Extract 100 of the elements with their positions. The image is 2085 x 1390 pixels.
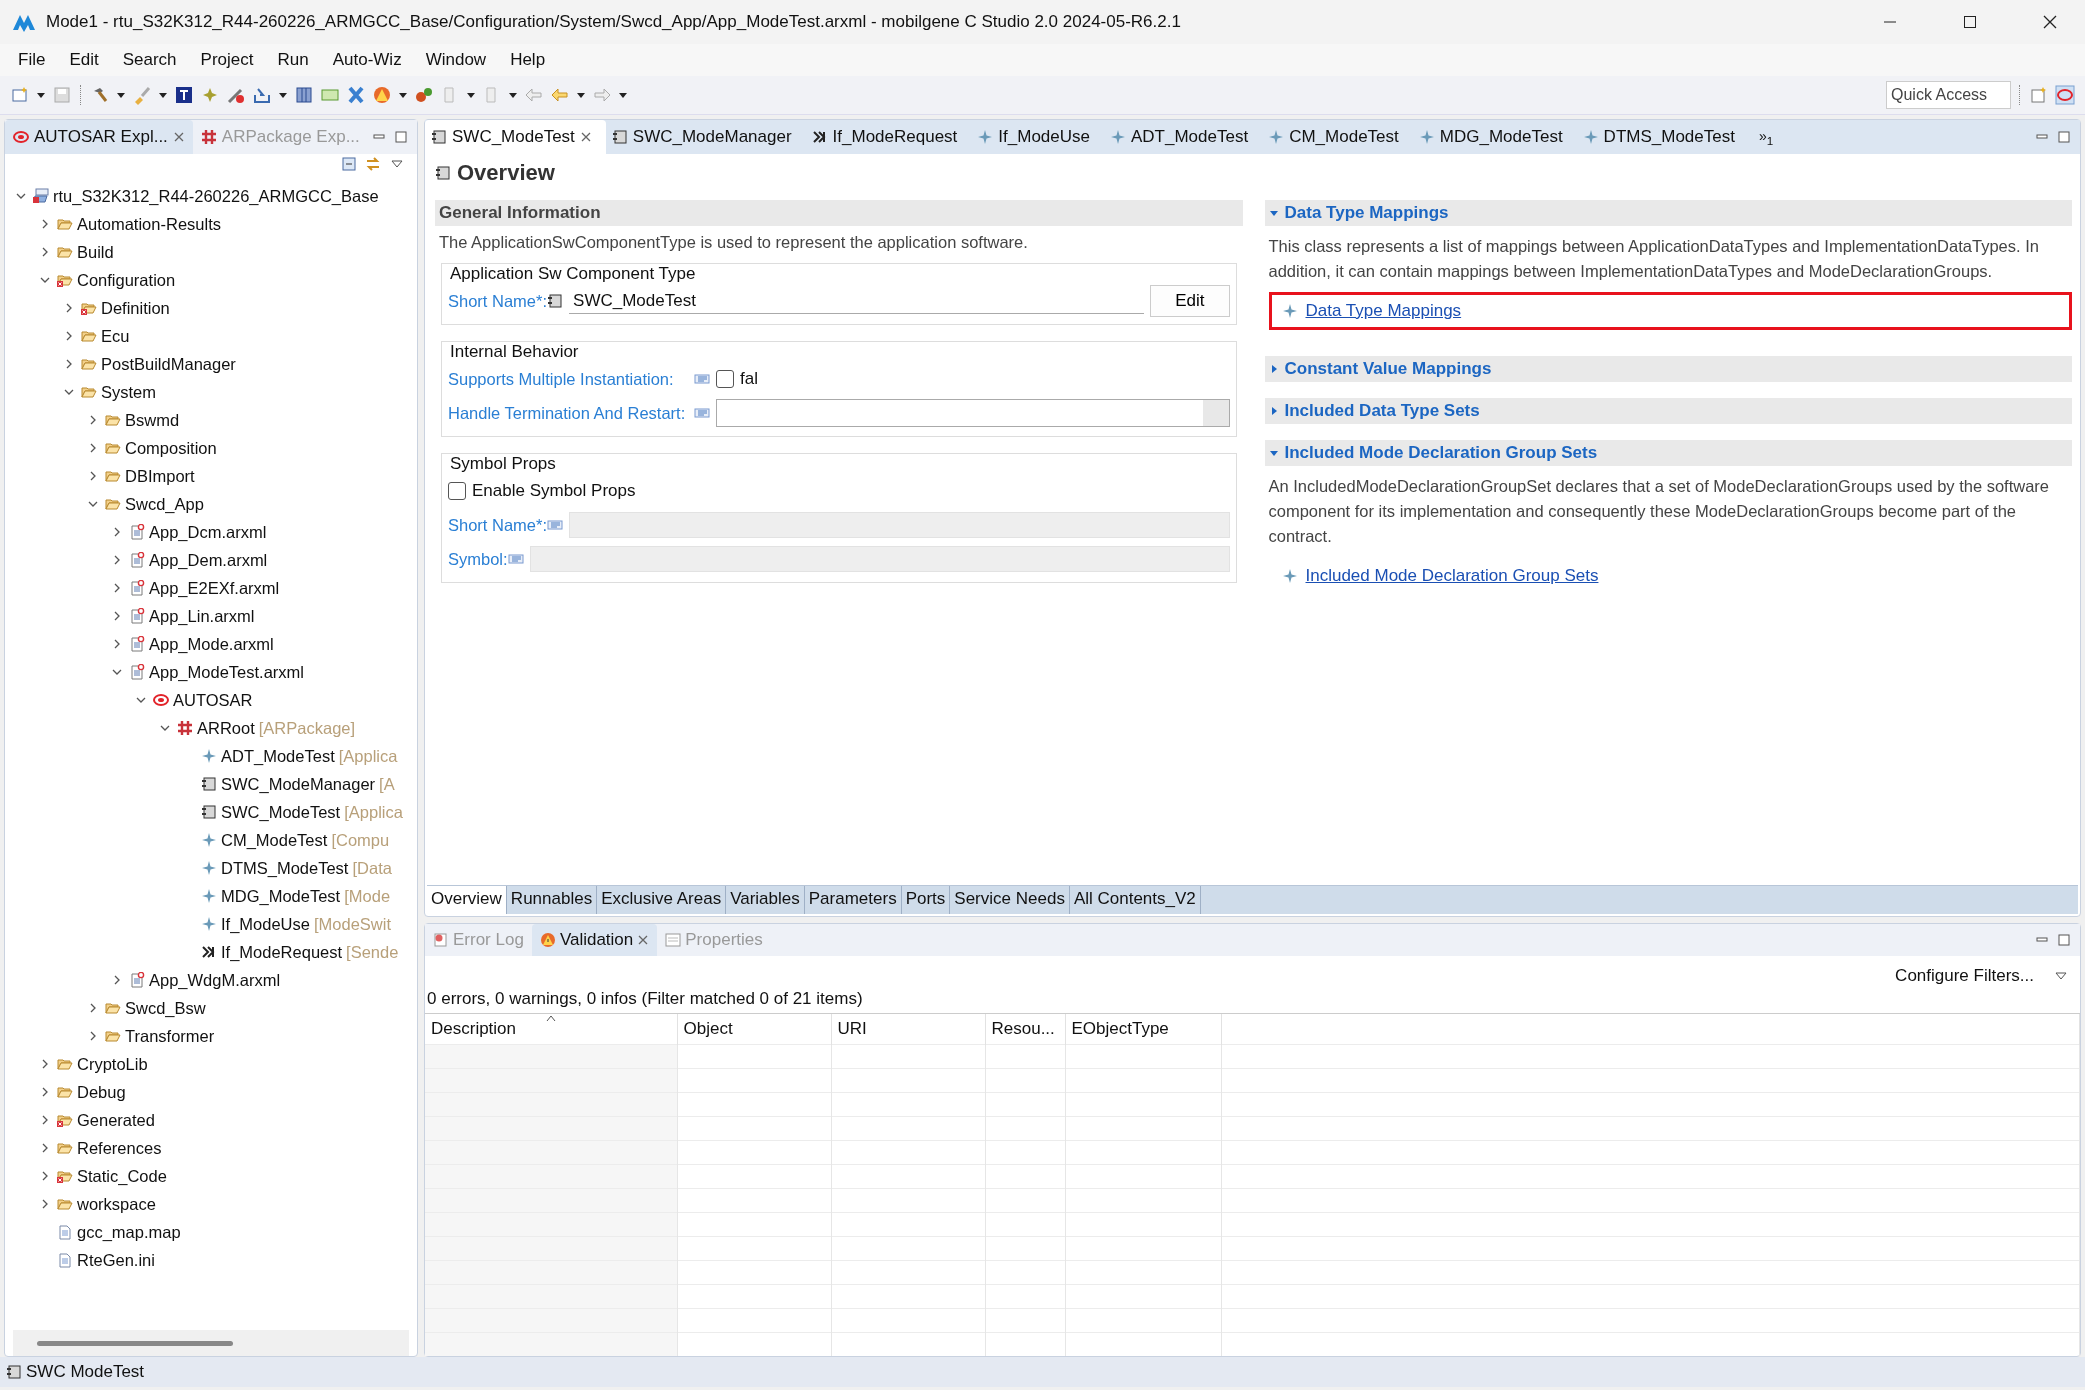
- tree-item[interactable]: Transformer: [125, 1026, 215, 1046]
- view-tab[interactable]: AUTOSAR Expl...: [5, 120, 193, 154]
- column-header[interactable]: Object: [677, 1014, 831, 1045]
- tree-item[interactable]: ARRoot: [197, 718, 255, 738]
- section-header[interactable]: Constant Value Mappings: [1264, 356, 2072, 382]
- folder-icon: [105, 468, 121, 484]
- column-header[interactable]: URI: [831, 1014, 985, 1045]
- gears-icon[interactable]: [414, 85, 434, 105]
- menu-item[interactable]: Auto-Wiz: [320, 46, 414, 74]
- close-icon[interactable]: [2042, 14, 2058, 30]
- tree-item[interactable]: Build: [77, 242, 114, 262]
- tree-item[interactable]: App_Lin.arxml: [149, 606, 255, 626]
- tree-item[interactable]: System: [101, 382, 156, 402]
- configure-filters-link[interactable]: Configure Filters...: [1895, 965, 2034, 986]
- tree-item[interactable]: AUTOSAR: [173, 690, 253, 710]
- editor-tab[interactable]: If_ModeRequest: [805, 120, 972, 154]
- page-tab[interactable]: Runnables: [506, 886, 598, 914]
- page-tab[interactable]: All Contents_V2: [1069, 886, 1201, 914]
- page-tab[interactable]: Exclusive Areas: [597, 886, 727, 914]
- horizontal-scrollbar[interactable]: [13, 1330, 409, 1356]
- tree-item[interactable]: Static_Code: [77, 1166, 167, 1186]
- maximize-icon[interactable]: [1962, 14, 1978, 30]
- column-header[interactable]: Resou...: [985, 1014, 1065, 1045]
- expanded-triangle-icon[interactable]: [1268, 448, 1279, 458]
- section-description: An IncludedModeDeclarationGroupSet declares that a set of ModeDeclarationGroups used by the software component for its implementation and consequently these ModeDeclarationGroups become part of the contract.: [1267, 476, 2051, 547]
- column-header[interactable]: Description: [425, 1014, 677, 1045]
- tree-item[interactable]: If_ModeRequest: [221, 942, 343, 962]
- view-tab[interactable]: Validation: [531, 924, 658, 956]
- tree-item[interactable]: Swcd_Bsw: [125, 998, 206, 1018]
- tree-item[interactable]: If_ModeUse: [221, 914, 310, 934]
- tree-item[interactable]: CryptoLib: [77, 1054, 148, 1074]
- edit-button[interactable]: Edit: [1150, 285, 1230, 317]
- tree-item[interactable]: DTMS_ModeTest: [221, 858, 349, 878]
- tree-item[interactable]: Ecu: [101, 326, 130, 346]
- tree-item[interactable]: SWC_ModeTest: [221, 802, 341, 822]
- page-tab[interactable]: Parameters: [804, 886, 902, 914]
- page-tab[interactable]: Variables: [726, 886, 805, 914]
- warning-icon[interactable]: [372, 85, 392, 105]
- tree-item[interactable]: rtu_S32K312_R44-260226_ARMGCC_Base: [53, 186, 379, 206]
- columns-icon[interactable]: [294, 85, 314, 105]
- section-header[interactable]: Data Type Mappings: [1264, 200, 2072, 226]
- tree-item[interactable]: App_Dem.arxml: [149, 550, 268, 570]
- editor-tab[interactable]: DTMS_ModeTest: [1576, 120, 1749, 154]
- tree-item[interactable]: Bswmd: [125, 410, 180, 430]
- x-shape-icon[interactable]: [346, 85, 366, 105]
- tree-item[interactable]: SWC_ModeManager: [221, 774, 376, 794]
- tree-item[interactable]: App_ModeTest.arxml: [149, 662, 304, 682]
- tree-item[interactable]: DBImport: [125, 466, 195, 486]
- menu-item[interactable]: Edit: [57, 46, 111, 74]
- tree-item[interactable]: gcc_map.map: [77, 1222, 181, 1242]
- checkbox[interactable]: [448, 482, 466, 500]
- link[interactable]: Data Type Mappings: [1305, 301, 1462, 321]
- editor-tab[interactable]: If_ModeUse: [971, 120, 1104, 154]
- page-tab[interactable]: Overview: [427, 886, 507, 914]
- tree-item[interactable]: App_Mode.arxml: [149, 634, 274, 654]
- tree-item[interactable]: MDG_ModeTest: [221, 886, 341, 906]
- editor-tab[interactable]: SWC_ModeTest: [425, 120, 606, 154]
- tree-item[interactable]: ADT_ModeTest: [221, 746, 335, 766]
- menu-item[interactable]: Project: [188, 46, 266, 74]
- quick-access-field[interactable]: Quick Access: [1886, 81, 2011, 109]
- tree-item[interactable]: Composition: [125, 438, 217, 458]
- tree-item[interactable]: CM_ModeTest: [221, 830, 328, 850]
- tree-item[interactable]: workspace: [77, 1194, 156, 1214]
- tree-item[interactable]: Generated: [77, 1110, 155, 1130]
- tree-item[interactable]: References: [77, 1138, 162, 1158]
- tree-item[interactable]: App_WdgM.arxml: [149, 970, 281, 990]
- ring-icon[interactable]: [2055, 85, 2075, 105]
- tree-item-type: [Mode: [344, 886, 391, 906]
- collapse-all-icon[interactable]: [341, 156, 357, 172]
- tree-item[interactable]: App_Dcm.arxml: [149, 522, 267, 542]
- section-header[interactable]: Included Mode Declaration Group Sets: [1264, 440, 2072, 466]
- menu-item[interactable]: Run: [265, 46, 321, 74]
- checkbox[interactable]: [716, 370, 734, 388]
- tree-item[interactable]: Configuration: [77, 270, 176, 290]
- menu-item[interactable]: Help: [498, 46, 558, 74]
- page-tab[interactable]: Service Needs: [950, 886, 1070, 914]
- link[interactable]: Included Mode Declaration Group Sets: [1305, 566, 1599, 586]
- section-header[interactable]: Included Data Type Sets: [1264, 398, 2072, 424]
- t-icon[interactable]: [174, 85, 194, 105]
- folder-icon: [57, 1056, 73, 1072]
- tree-item[interactable]: PostBuildManager: [101, 354, 236, 374]
- link-arrows-icon[interactable]: [365, 156, 381, 172]
- tree-item[interactable]: Definition: [101, 298, 170, 318]
- tab-overflow[interactable]: »$_{1}$: [1748, 127, 1784, 147]
- expanded-triangle-icon[interactable]: [1268, 208, 1279, 218]
- menu-item[interactable]: File: [6, 46, 58, 74]
- column-header[interactable]: EObjectType: [1065, 1014, 1221, 1045]
- menu-item[interactable]: Window: [413, 46, 499, 74]
- tree-item[interactable]: App_E2EXf.arxml: [149, 578, 280, 598]
- editor-tab[interactable]: MDG_ModeTest: [1412, 120, 1577, 154]
- tree-item[interactable]: RteGen.ini: [77, 1250, 155, 1270]
- dropdown-field[interactable]: [716, 399, 1230, 427]
- editor-tab[interactable]: SWC_ModeManager: [605, 120, 806, 154]
- tree-item[interactable]: Swcd_App: [125, 494, 204, 514]
- editor-tab[interactable]: ADT_ModeTest: [1104, 120, 1263, 154]
- menu-item[interactable]: Search: [110, 46, 189, 74]
- tree-item[interactable]: Debug: [77, 1082, 126, 1102]
- page-tab[interactable]: Ports: [901, 886, 951, 914]
- editor-tab[interactable]: CM_ModeTest: [1262, 120, 1413, 154]
- tree-item[interactable]: Automation-Results: [77, 214, 221, 234]
